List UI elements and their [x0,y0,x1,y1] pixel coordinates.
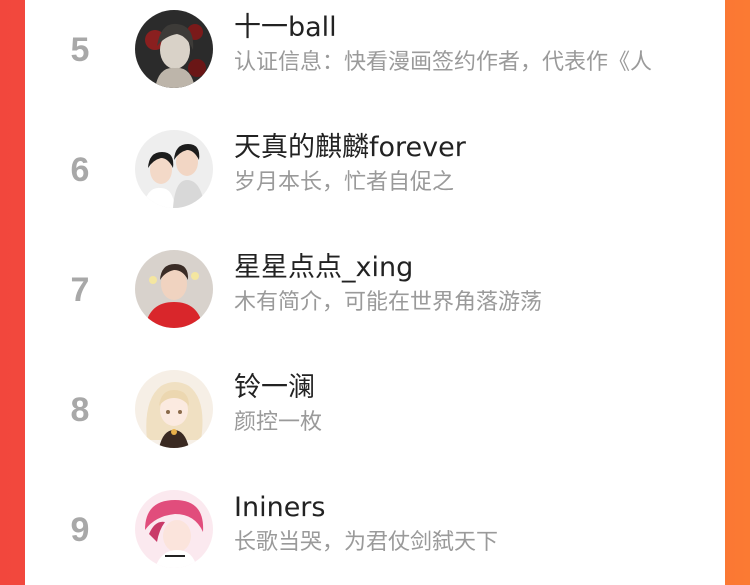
user-name[interactable]: Ininers [234,490,325,526]
rank-number: 7 [70,271,90,309]
rank-number: 5 [70,31,90,69]
rank-number: 6 [70,151,90,189]
ranking-row[interactable]: 8 铃一澜 颜控一枚 [25,360,725,480]
rank-number: 8 [70,391,90,429]
ranking-row[interactable]: 9 Ininers 长歌当哭，为君仗剑弑天下 [25,480,725,585]
blonde-girl-avatar-icon[interactable] [135,370,213,448]
user-name[interactable]: 铃一澜 [234,370,315,406]
user-description: 颜控一枚 [234,410,323,435]
user-name[interactable]: 天真的麒麟forever [234,130,466,166]
young-man-red-shirt-avatar-icon[interactable] [135,250,213,328]
user-description: 木有简介，可能在世界角落游荡 [234,290,543,315]
user-description: 长歌当哭，为君仗剑弑天下 [234,530,499,555]
user-description: 岁月本长，忙者自促之 [234,170,455,195]
two-boys-avatar-icon[interactable] [135,130,213,208]
pink-haired-boy-avatar-icon[interactable] [135,490,213,568]
ranking-row[interactable]: 7 星星点点_xing 木有简介，可能在世界角落游荡 [25,240,725,360]
user-name[interactable]: 星星点点_xing [234,250,413,286]
dark-haired-man-avatar-icon[interactable] [135,10,213,88]
ranking-row[interactable]: 6 天真的麒麟forever 岁月本长，忙者自促之 [25,120,725,240]
ranking-row[interactable]: 5 十一ball 认证信息：快看漫画签约作者，代表作《人 [25,0,725,120]
ranking-list: 5 十一ball 认证信息：快看漫画签约作者，代表作《人 6 天真的麒麟fore… [25,0,725,585]
rank-number: 9 [70,511,90,549]
user-name[interactable]: 十一ball [234,10,337,46]
user-description: 认证信息：快看漫画签约作者，代表作《人 [234,50,653,75]
